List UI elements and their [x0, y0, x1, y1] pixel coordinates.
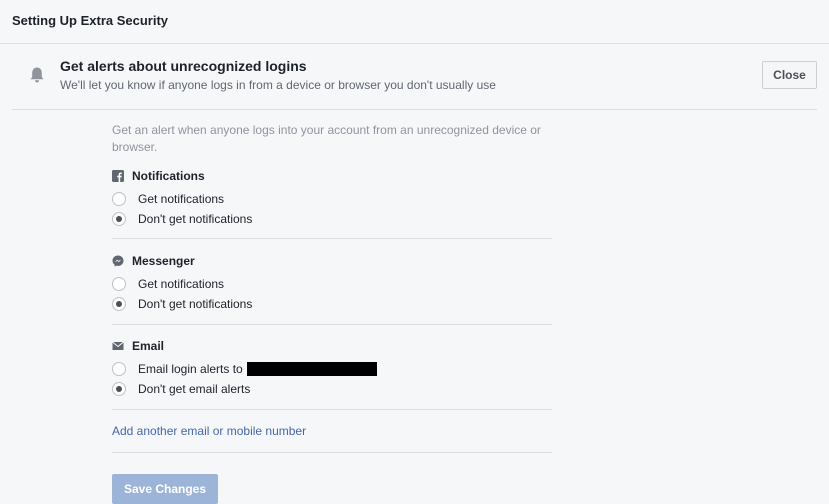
bell-icon: [30, 67, 44, 83]
intro-text: Get an alert when anyone logs into your …: [112, 123, 541, 154]
messenger-group: Messenger Get notifications Don't get no…: [112, 253, 552, 314]
envelope-icon: [112, 341, 124, 350]
email-group: Email Email login alerts to Don't get em…: [112, 338, 552, 399]
section-subtitle: We'll let you know if anyone logs in fro…: [60, 78, 496, 92]
option-label: Don't get email alerts: [138, 382, 251, 396]
radio-button[interactable]: [112, 192, 126, 206]
close-button[interactable]: Close: [762, 61, 817, 89]
radio-button-selected[interactable]: [112, 297, 126, 311]
section-header: Get alerts about unrecognized logins We'…: [12, 44, 817, 110]
facebook-icon: [112, 170, 124, 182]
option-label: Email login alerts to: [138, 362, 243, 376]
messenger-icon: [112, 255, 124, 267]
divider: [112, 238, 552, 239]
radio-button[interactable]: [112, 362, 126, 376]
add-email-or-mobile-link[interactable]: Add another email or mobile number: [112, 424, 306, 438]
save-changes-button[interactable]: Save Changes: [112, 474, 218, 504]
notifications-group: Notifications Get notifications Don't ge…: [112, 168, 552, 229]
radio-button[interactable]: [112, 277, 126, 291]
messenger-get-option[interactable]: Get notifications: [112, 274, 552, 294]
option-label: Don't get notifications: [138, 212, 253, 226]
option-label: Get notifications: [138, 277, 225, 291]
divider: [112, 324, 552, 325]
group-label-email: Email: [132, 339, 165, 353]
messenger-dont-get-option[interactable]: Don't get notifications: [112, 294, 552, 314]
divider: [112, 452, 552, 453]
radio-button-selected[interactable]: [112, 212, 126, 226]
email-alerts-option[interactable]: Email login alerts to: [112, 359, 552, 379]
group-label-messenger: Messenger: [132, 254, 195, 268]
email-dont-get-option[interactable]: Don't get email alerts: [112, 379, 552, 399]
option-label: Don't get notifications: [138, 297, 253, 311]
radio-button-selected[interactable]: [112, 382, 126, 396]
alert-settings: Get an alert when anyone logs into your …: [112, 122, 552, 504]
notifications-dont-get-option[interactable]: Don't get notifications: [112, 209, 552, 229]
page-title: Setting Up Extra Security: [12, 13, 169, 28]
option-label: Get notifications: [138, 192, 225, 206]
divider: [112, 409, 552, 410]
page-header: Setting Up Extra Security: [0, 0, 829, 44]
notifications-get-option[interactable]: Get notifications: [112, 189, 552, 209]
group-label-notifications: Notifications: [132, 169, 205, 183]
section-title: Get alerts about unrecognized logins: [60, 58, 307, 74]
redacted-email: [246, 362, 377, 376]
